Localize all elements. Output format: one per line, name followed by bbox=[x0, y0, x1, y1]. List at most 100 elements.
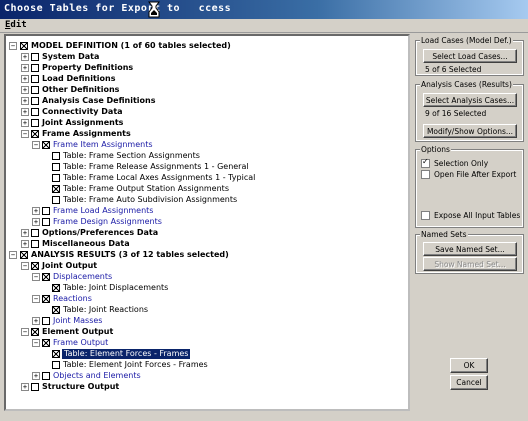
expand-icon[interactable]: + bbox=[21, 240, 29, 248]
expose-all-input-tables-checkbox[interactable] bbox=[421, 211, 430, 220]
checkbox[interactable] bbox=[52, 196, 60, 204]
checkbox[interactable] bbox=[42, 218, 50, 226]
expand-icon[interactable]: + bbox=[32, 207, 40, 215]
load-cases-group: Load Cases (Model Def.) Select Load Case… bbox=[415, 36, 524, 76]
expand-icon[interactable]: + bbox=[21, 53, 29, 61]
tree-label: Table: Frame Section Assignments bbox=[63, 151, 200, 160]
tree-label: Property Definitions bbox=[42, 63, 134, 72]
checkbox[interactable] bbox=[31, 240, 39, 248]
checkbox[interactable] bbox=[52, 350, 60, 358]
select-load-cases-button[interactable]: Select Load Cases... bbox=[423, 49, 517, 63]
analysis-cases-group: Analysis Cases (Results) Select Analysis… bbox=[415, 80, 524, 142]
expand-icon[interactable]: + bbox=[21, 119, 29, 127]
tree-label: Table: Frame Output Station Assignments bbox=[63, 184, 229, 193]
table-tree[interactable]: − MODEL DEFINITION (1 of 60 tables selec… bbox=[4, 34, 410, 411]
collapse-icon[interactable]: − bbox=[21, 130, 29, 138]
checkbox[interactable] bbox=[31, 53, 39, 61]
tree-label: Frame Assignments bbox=[42, 129, 131, 138]
collapse-icon[interactable]: − bbox=[9, 42, 17, 50]
tree-label: Frame Item Assignments bbox=[53, 140, 153, 149]
expand-icon[interactable]: + bbox=[32, 218, 40, 226]
tree-label: Miscellaneous Data bbox=[42, 239, 130, 248]
tree-label: System Data bbox=[42, 52, 100, 61]
tree-label: Connectivity Data bbox=[42, 107, 123, 116]
load-cases-status: 5 of 6 Selected bbox=[425, 65, 482, 74]
collapse-icon[interactable]: − bbox=[32, 273, 40, 281]
expand-icon[interactable]: + bbox=[21, 75, 29, 83]
selection-only-checkbox[interactable] bbox=[421, 157, 430, 168]
menu-bar: Edit bbox=[0, 19, 528, 33]
tree-label: Objects and Elements bbox=[53, 371, 141, 380]
checkbox[interactable] bbox=[31, 64, 39, 72]
checkbox[interactable] bbox=[42, 295, 50, 303]
tree-label: Joint Assignments bbox=[42, 118, 124, 127]
collapse-icon[interactable]: − bbox=[9, 251, 17, 259]
checkbox[interactable] bbox=[31, 108, 39, 116]
menu-edit[interactable]: Edit bbox=[5, 20, 27, 30]
show-named-set-button[interactable]: Show Named Set... bbox=[423, 257, 517, 271]
tree-label: Load Definitions bbox=[42, 74, 116, 83]
checkbox[interactable] bbox=[52, 152, 60, 160]
checkbox[interactable] bbox=[31, 229, 39, 237]
collapse-icon[interactable]: − bbox=[21, 328, 29, 336]
checkbox[interactable] bbox=[42, 273, 50, 281]
checkbox[interactable] bbox=[31, 75, 39, 83]
tree-label: Reactions bbox=[53, 294, 92, 303]
checkbox[interactable] bbox=[52, 185, 60, 193]
checkbox[interactable] bbox=[42, 141, 50, 149]
checkbox[interactable] bbox=[31, 328, 39, 336]
expand-icon[interactable]: + bbox=[21, 108, 29, 116]
tree-label: Table: Element Joint Forces - Frames bbox=[63, 360, 208, 369]
tree-label: Joint Masses bbox=[53, 316, 103, 325]
expand-icon[interactable]: + bbox=[21, 229, 29, 237]
tree-label: Table: Frame Release Assignments 1 - Gen… bbox=[63, 162, 249, 171]
checkbox[interactable] bbox=[52, 174, 60, 182]
expand-icon[interactable]: + bbox=[21, 86, 29, 94]
open-file-after-export-checkbox[interactable] bbox=[421, 170, 430, 179]
checkbox[interactable] bbox=[52, 361, 60, 369]
tree-label: Analysis Case Definitions bbox=[42, 96, 156, 105]
checkbox[interactable] bbox=[42, 317, 50, 325]
checkbox[interactable] bbox=[52, 306, 60, 314]
checkbox[interactable] bbox=[42, 372, 50, 380]
tree-label: Table: Joint Reactions bbox=[63, 305, 149, 314]
cancel-button[interactable]: Cancel bbox=[450, 375, 488, 390]
checkbox[interactable] bbox=[20, 251, 28, 259]
tree-label: Options/Preferences Data bbox=[42, 228, 159, 237]
collapse-icon[interactable]: − bbox=[32, 295, 40, 303]
tree-label: Frame Design Assignments bbox=[53, 217, 162, 226]
expand-icon[interactable]: + bbox=[21, 97, 29, 105]
select-analysis-cases-button[interactable]: Select Analysis Cases... bbox=[423, 93, 517, 107]
tree-label: Element Output bbox=[42, 327, 114, 336]
busy-cursor-icon bbox=[148, 1, 160, 18]
selection-only-label: Selection Only bbox=[434, 159, 489, 168]
modify-show-options-button[interactable]: Modify/Show Options... bbox=[423, 124, 517, 138]
expand-icon[interactable]: + bbox=[32, 372, 40, 380]
checkbox[interactable] bbox=[52, 163, 60, 171]
checkbox[interactable] bbox=[52, 284, 60, 292]
checkbox[interactable] bbox=[31, 130, 39, 138]
checkbox[interactable] bbox=[31, 119, 39, 127]
collapse-icon[interactable]: − bbox=[32, 339, 40, 347]
checkbox[interactable] bbox=[31, 383, 39, 391]
checkbox[interactable] bbox=[31, 97, 39, 105]
checkbox[interactable] bbox=[42, 207, 50, 215]
save-named-set-button[interactable]: Save Named Set... bbox=[423, 242, 517, 256]
collapse-icon[interactable]: − bbox=[32, 141, 40, 149]
title-bar: Choose Tables for Export to ccess bbox=[0, 0, 528, 19]
tree-label: ANALYSIS RESULTS (3 of 12 tables selecte… bbox=[31, 250, 229, 259]
collapse-icon[interactable]: − bbox=[21, 262, 29, 270]
expand-icon[interactable]: + bbox=[21, 383, 29, 391]
checkbox[interactable] bbox=[31, 262, 39, 270]
checkbox[interactable] bbox=[31, 86, 39, 94]
ok-button[interactable]: OK bbox=[450, 358, 488, 373]
checkbox[interactable] bbox=[20, 42, 28, 50]
named-sets-group: Named Sets Save Named Set... Show Named … bbox=[415, 230, 524, 274]
checkbox[interactable] bbox=[42, 339, 50, 347]
expand-icon[interactable]: + bbox=[32, 317, 40, 325]
expand-icon[interactable]: + bbox=[21, 64, 29, 72]
tree-label: Displacements bbox=[53, 272, 113, 281]
tree-label: Structure Output bbox=[42, 382, 120, 391]
tree-label: Table: Joint Displacements bbox=[63, 283, 169, 292]
group-title: Named Sets bbox=[420, 230, 468, 239]
